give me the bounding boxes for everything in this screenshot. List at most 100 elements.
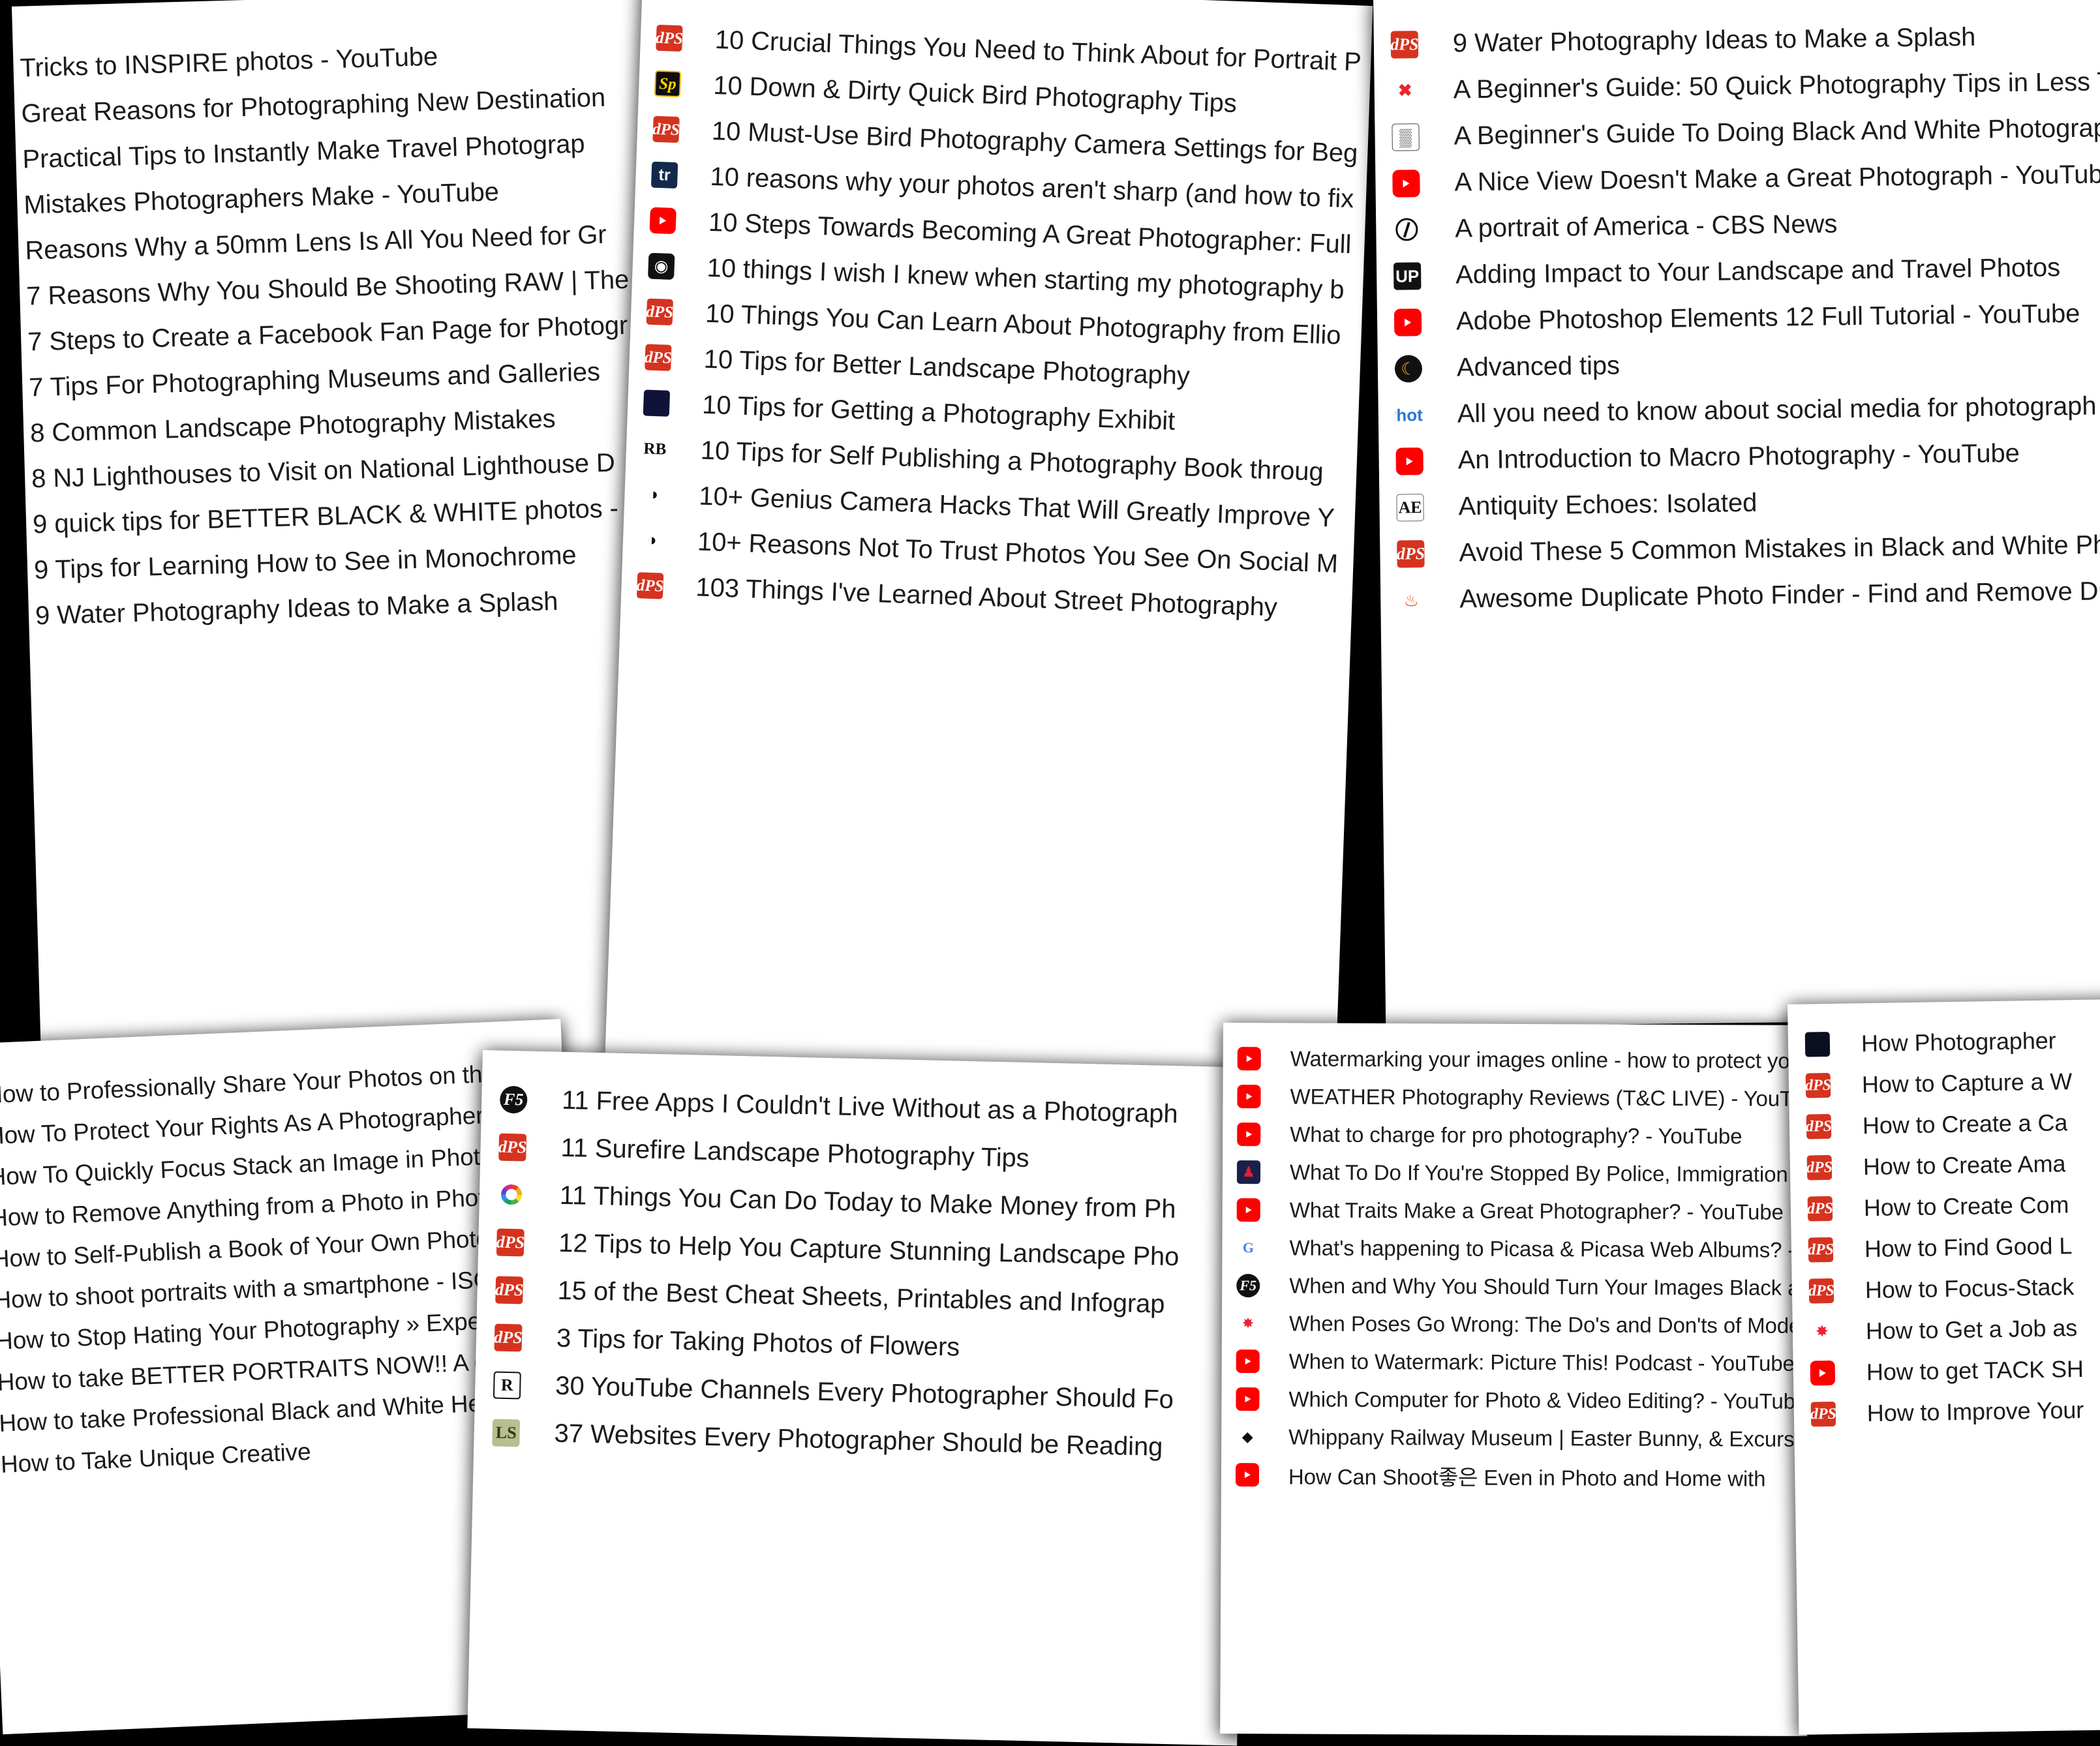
bookmark-label: A Nice View Doesn't Make a Great Photogr… [1454, 160, 2100, 197]
bookmark-label: Adobe Photoshop Elements 12 Full Tutoria… [1455, 299, 2080, 336]
bookmark-panel-far-right[interactable]: How Photographer dPS How to Capture a WdPS… [1788, 999, 2100, 1735]
dps-icon: dPS [1808, 1237, 1834, 1263]
bookmark-row[interactable]: ▒ A Beginner's Guide To Doing Black And W… [1392, 105, 2100, 160]
youtube-icon [1395, 447, 1423, 475]
bookmark-row[interactable]: dPS Avoid These 5 Common Mistakes in Blac… [1397, 522, 2100, 577]
bookmark-row[interactable]: How to get TACK SH [1810, 1347, 2100, 1393]
bookmark-label: A Beginner's Guide: 50 Quick Photography… [1453, 67, 2100, 104]
cbs-icon [1393, 215, 1421, 244]
rb-icon: RB [641, 435, 669, 462]
bookmark-row[interactable]: UP Adding Impact to Your Landscape and Tr… [1393, 244, 2100, 299]
bookmark-row[interactable]: ✸ When Poses Go Wrong: The Do's and Don't… [1236, 1304, 1810, 1345]
bookmark-row[interactable]: ☾ Advanced tips [1394, 337, 2100, 392]
bookmark-row[interactable]: ♨ Awesome Duplicate Photo Finder - Find a… [1397, 568, 2100, 624]
bookmark-label: 7 Tips For Photographing Museums and Gal… [28, 357, 601, 402]
bookmark-row[interactable]: What Traits Make a Great Photographer? -… [1236, 1191, 1810, 1231]
bookmark-list: Watermarking your images online - how to… [1221, 1023, 1810, 1496]
bookmark-label: How to Get a Job as [1865, 1314, 2078, 1344]
bookmark-label: 8 Common Landscape Photography Mistakes [29, 404, 556, 447]
bookmark-row[interactable]: G What's happening to Picasa & Picasa Web… [1236, 1229, 1810, 1269]
camera-icon: ◉ [648, 252, 675, 280]
dps-icon: dPS [494, 1323, 523, 1351]
bookmark-label: Adding Impact to Your Landscape and Trav… [1455, 253, 2061, 290]
bookmark-row[interactable]: When to Watermark: Picture This! Podcast… [1236, 1342, 1810, 1383]
bookmark-row[interactable]: dPS 9 Water Photography Ideas to Make a S… [1390, 12, 2100, 68]
bookmark-label: When Poses Go Wrong: The Do's and Don'ts… [1288, 1311, 1806, 1338]
dps-icon: dPS [1397, 539, 1425, 568]
bookmark-row[interactable]: dPS How to Focus-Stack [1808, 1265, 2100, 1311]
bookmark-label: Awesome Duplicate Photo Finder - Find an… [1459, 577, 2100, 614]
bookmark-row[interactable]: ✖ A Beginner's Guide: 50 Quick Photograph… [1391, 59, 2100, 114]
bookmark-row[interactable]: F5 When and Why You Should Turn Your Imag… [1236, 1267, 1810, 1307]
bookmark-row[interactable]: Photo All you need to know about social m… [1395, 383, 2100, 438]
bookmark-row[interactable]: A portrait of America - CBS News [1393, 198, 2100, 253]
dps-icon: dPS [1810, 1401, 1836, 1427]
bookmark-label: Mistakes Photographers Make - YouTube [23, 177, 500, 220]
bookmark-row[interactable]: dPS How to Create Ama [1806, 1141, 2100, 1188]
photo-icon: Photo [1395, 400, 1423, 429]
bookmark-label: 12 Tips to Help You Capture Stunning Lan… [558, 1228, 1179, 1272]
bookmark-label: What to charge for pro photography? - Yo… [1290, 1122, 1742, 1149]
bookmark-panel-top-left[interactable]: Tricks to INSPIRE photos - YouTube Great … [12, 0, 694, 1070]
bookmark-row[interactable]: dPS How to Create Com [1807, 1182, 2100, 1229]
fire-icon: ♨ [1397, 586, 1425, 614]
bookmark-row[interactable]: ✸ How to Get a Job as [1809, 1306, 2100, 1352]
bookmark-label: Advanced tips [1456, 351, 1621, 382]
bookmark-row[interactable]: How Can Shoot좋은 Even in Photo and Home w… [1235, 1456, 1810, 1496]
bookmark-panel-top-right[interactable]: dPS 9 Water Photography Ideas to Make a S… [1373, 0, 2100, 1027]
dps-icon: dPS [645, 344, 672, 371]
bookmark-label: How to Create Com [1863, 1190, 2069, 1221]
bookmark-list: How Photographer dPS How to Capture a WdPS… [1788, 999, 2100, 1435]
bookmark-label: Avoid These 5 Common Mistakes in Black a… [1459, 530, 2100, 567]
bookmark-list: Tricks to INSPIRE photos - YouTube Great … [12, 0, 688, 639]
bookmark-label: Watermarking your images online - how to… [1290, 1046, 1802, 1073]
dps-icon: dPS [652, 115, 680, 143]
youtube-icon [1237, 1047, 1261, 1071]
bookmark-row[interactable]: Watermarking your images online - how to… [1237, 1040, 1810, 1080]
bookmark-row[interactable]: Adobe Photoshop Elements 12 Full Tutoria… [1393, 290, 2100, 346]
bookmark-label: When to Watermark: Picture This! Podcast… [1288, 1349, 1795, 1376]
youtube-icon [1236, 1198, 1260, 1222]
bookmark-row[interactable]: How Photographer [1804, 1018, 2100, 1064]
bookmark-row[interactable]: dPS How to Find Good L [1808, 1224, 2100, 1270]
youtube-icon [1810, 1360, 1836, 1386]
bookmark-row[interactable]: ◆ Whippany Railway Museum | Easter Bunny,… [1236, 1418, 1810, 1458]
dps-icon: dPS [1808, 1278, 1834, 1304]
bookmark-label: 7 Reasons Why You Should Be Shooting RAW… [25, 265, 630, 311]
bookmark-label: How to Take Unique Creative [0, 1437, 312, 1478]
youtube-icon [1236, 1349, 1260, 1374]
navy-icon [643, 389, 671, 417]
bookmark-label: An Introduction to Macro Photography - Y… [1457, 438, 2020, 475]
ae-icon: AE [1396, 493, 1424, 522]
bookmark-label: 10 Tips for Better Landscape Photography [703, 344, 1191, 391]
bookmark-panel-top-middle[interactable]: dPS 10 Crucial Things You Need to Think A… [605, 0, 1373, 1082]
bookmark-panel-bottom-middle[interactable]: F5 11 Free Apps I Couldn't Live Without a… [467, 1050, 1253, 1746]
bookmark-row[interactable]: WEATHER Photography Reviews (T&C LIVE) -… [1237, 1077, 1810, 1118]
bookmark-row[interactable]: What to charge for pro photography? - Yo… [1237, 1115, 1810, 1156]
ring-icon [497, 1181, 526, 1209]
bookmark-label: How to Create Ama [1863, 1149, 2066, 1180]
bookmark-row[interactable]: dPS How to Capture a W [1805, 1059, 2100, 1106]
bookmark-row[interactable]: ♟ What To Do If You're Stopped By Police,… [1236, 1153, 1810, 1194]
color-ring [500, 1184, 523, 1205]
bookmark-row[interactable]: dPS How to Create a Ca [1806, 1100, 2100, 1147]
bookmark-row[interactable]: A Nice View Doesn't Make a Great Photogr… [1392, 151, 2100, 207]
dps-icon: dPS [1807, 1196, 1833, 1222]
bookmark-label: How to Focus-Stack [1864, 1272, 2075, 1303]
bookmark-label: Tricks to INSPIRE photos - YouTube [20, 42, 438, 83]
dark-icon [1804, 1031, 1831, 1057]
bw-icon: ▒ [1392, 123, 1420, 151]
bookmark-label: How Can Shoot좋은 Even in Photo and Home w… [1288, 1464, 1766, 1491]
bookmark-row[interactable]: dPS How to Improve Your [1810, 1388, 2100, 1434]
panda-icon: ◑ [638, 526, 665, 554]
bookmark-label: 37 Websites Every Photographer Should be… [554, 1419, 1163, 1462]
bookmark-panel-bottom-right[interactable]: Watermarking your images online - how to… [1220, 1023, 1810, 1736]
bookmark-row[interactable]: Which Computer for Photo & Video Editing… [1236, 1380, 1810, 1421]
dps-icon: dPS [1390, 30, 1419, 59]
bookmark-row[interactable]: AE Antiquity Echoes: Isolated [1396, 475, 2100, 531]
liberty-icon: ♟ [1236, 1160, 1261, 1184]
bookmark-row[interactable]: An Introduction to Macro Photography - Y… [1395, 429, 2100, 485]
bat-icon: ◆ [1236, 1425, 1260, 1449]
dps-icon: dPS [656, 24, 683, 52]
bookmark-label: 11 Things You Can Do Today to Make Money… [559, 1181, 1176, 1224]
